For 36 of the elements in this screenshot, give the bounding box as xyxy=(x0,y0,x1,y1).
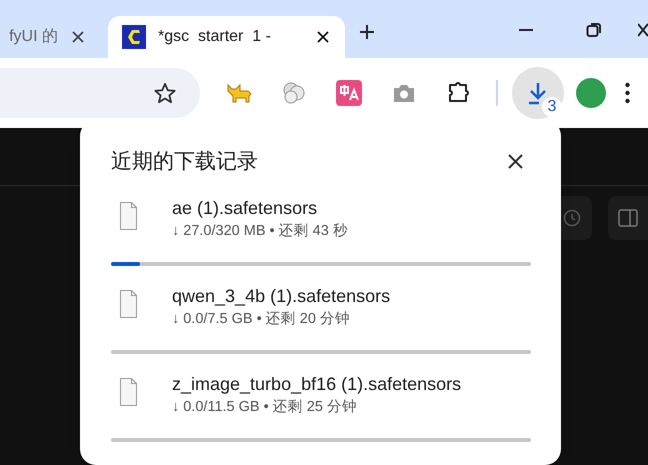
download-status: ↓ 27.0/320 MB • 还剩 43 秒 xyxy=(172,222,348,240)
star-icon[interactable] xyxy=(154,82,176,104)
panel-title: 近期的下载记录 xyxy=(111,149,258,175)
translate-icon[interactable] xyxy=(336,80,362,106)
download-count-badge: 3 xyxy=(542,97,562,117)
panel-toggle-button[interactable] xyxy=(608,196,648,240)
browser-tab[interactable]: fyUI 的 xyxy=(0,16,88,58)
file-icon xyxy=(120,378,137,406)
download-icon xyxy=(527,81,549,105)
downloads-button[interactable]: 3 xyxy=(512,67,564,119)
site-logo-icon xyxy=(122,25,146,49)
sidebar-icon xyxy=(618,209,638,227)
close-icon[interactable] xyxy=(72,31,84,43)
puzzle-icon[interactable] xyxy=(446,81,470,105)
tab-title: fyUI 的 xyxy=(9,27,58,47)
browser-tab[interactable]: *gsc starter 1 - xyxy=(108,16,345,58)
profile-avatar[interactable] xyxy=(576,78,606,108)
minimize-icon xyxy=(519,29,533,31)
download-status: ↓ 0.0/11.5 GB • 还剩 25 分钟 xyxy=(172,398,358,416)
cat-icon[interactable] xyxy=(226,83,252,103)
restore-icon xyxy=(586,22,602,38)
file-name[interactable]: qwen_3_4b (1).safetensors xyxy=(172,284,390,308)
camera-icon[interactable] xyxy=(392,82,416,104)
close-icon xyxy=(508,154,522,170)
file-icon xyxy=(120,290,137,318)
close-icon[interactable] xyxy=(317,31,329,43)
clock-icon xyxy=(563,209,581,227)
file-icon xyxy=(120,202,137,230)
circles-icon[interactable] xyxy=(282,81,306,105)
tab-title: *gsc starter 1 - xyxy=(158,27,272,47)
close-icon xyxy=(638,22,648,38)
file-name[interactable]: z_image_turbo_bf16 (1).safetensors xyxy=(172,372,462,396)
file-name[interactable]: ae (1).safetensors xyxy=(172,196,348,220)
plus-icon xyxy=(359,24,375,40)
menu-icon[interactable] xyxy=(625,82,630,104)
download-status: ↓ 0.0/7.5 GB • 还剩 20 分钟 xyxy=(172,310,351,328)
